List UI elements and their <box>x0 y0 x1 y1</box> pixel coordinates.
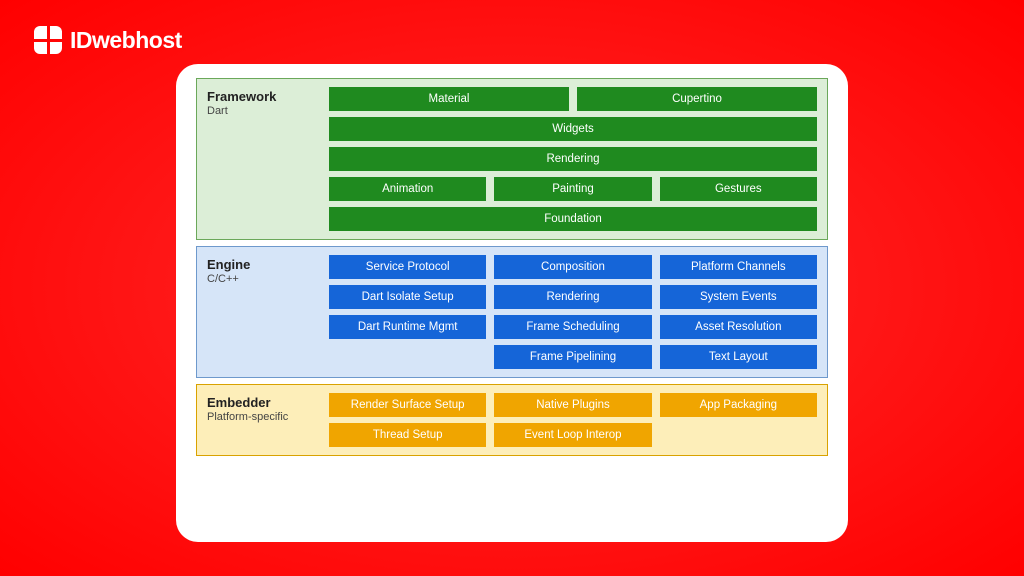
block-foundation: Foundation <box>329 207 817 231</box>
layer-framework-title: Framework <box>207 89 319 104</box>
layer-engine-subtitle: C/C++ <box>207 273 319 285</box>
block-widgets: Widgets <box>329 117 817 141</box>
architecture-diagram: Framework Dart Material Cupertino Widget… <box>176 64 848 542</box>
block-material: Material <box>329 87 569 111</box>
block-asset-resolution: Asset Resolution <box>660 315 817 339</box>
block-cupertino: Cupertino <box>577 87 817 111</box>
block-frame-scheduling: Frame Scheduling <box>494 315 651 339</box>
block-service-protocol: Service Protocol <box>329 255 486 279</box>
layer-framework-subtitle: Dart <box>207 105 319 117</box>
block-animation: Animation <box>329 177 486 201</box>
block-system-events: System Events <box>660 285 817 309</box>
block-rendering-fw: Rendering <box>329 147 817 171</box>
block-event-loop-interop: Event Loop Interop <box>494 423 651 447</box>
block-rendering-engine: Rendering <box>494 285 651 309</box>
block-native-plugins: Native Plugins <box>494 393 651 417</box>
layer-engine-label: Engine C/C++ <box>207 255 319 369</box>
block-frame-pipelining: Frame Pipelining <box>494 345 651 369</box>
brand-logo: IDwebhost <box>34 26 182 54</box>
layer-framework-label: Framework Dart <box>207 87 319 231</box>
block-thread-setup: Thread Setup <box>329 423 486 447</box>
block-dart-runtime-mgmt: Dart Runtime Mgmt <box>329 315 486 339</box>
layer-engine-title: Engine <box>207 257 319 272</box>
block-painting: Painting <box>494 177 651 201</box>
layer-embedder-subtitle: Platform-specific <box>207 411 319 423</box>
block-gestures: Gestures <box>660 177 817 201</box>
block-dart-isolate-setup: Dart Isolate Setup <box>329 285 486 309</box>
block-text-layout: Text Layout <box>660 345 817 369</box>
logo-text: IDwebhost <box>70 27 182 54</box>
block-render-surface-setup: Render Surface Setup <box>329 393 486 417</box>
layer-embedder: Embedder Platform-specific Render Surfac… <box>196 384 828 456</box>
block-app-packaging: App Packaging <box>660 393 817 417</box>
layer-embedder-title: Embedder <box>207 395 319 410</box>
layer-framework: Framework Dart Material Cupertino Widget… <box>196 78 828 240</box>
layer-embedder-label: Embedder Platform-specific <box>207 393 319 447</box>
block-composition: Composition <box>494 255 651 279</box>
logo-icon <box>34 26 62 54</box>
layer-engine: Engine C/C++ Service Protocol Compositio… <box>196 246 828 378</box>
block-platform-channels: Platform Channels <box>660 255 817 279</box>
